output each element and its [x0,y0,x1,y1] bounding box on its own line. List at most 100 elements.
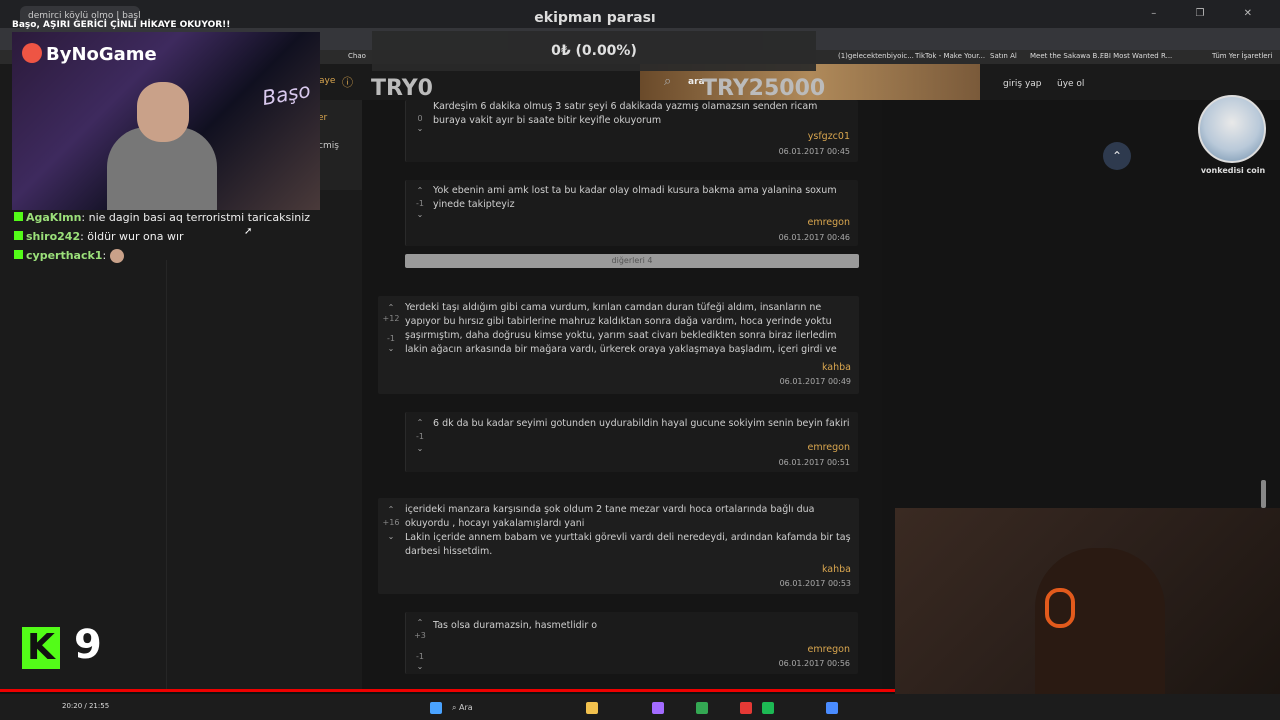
downvote-icon[interactable]: ⌄ [413,124,427,133]
bookmark-item[interactable]: (1)gelecektenbiyoic... [838,52,914,60]
face-shape [137,82,189,142]
downvote-icon[interactable]: ⌄ [413,444,427,453]
bookmark-item[interactable]: TikTok - Make Your... [915,52,985,60]
cursor-icon: ➚ [244,226,253,237]
bynogame-logo: ByNoGame [46,44,157,65]
side-nav-item[interactable]: cmiş [318,141,339,151]
bookmark-item[interactable]: Tüm Yer İşaretleri [1212,52,1272,60]
chat-username: AgaKlmn [26,211,82,224]
upvote-icon[interactable]: ⌃ [413,418,427,427]
bookmark-item[interactable]: FBI Most Wanted R... [1100,52,1172,60]
stock-value: 0₺ (0.00%) [372,31,816,71]
vote-count: -1 [416,199,424,208]
guest-webcam [895,508,1280,720]
windows-start-icon[interactable] [430,702,442,714]
kick-badge-icon [14,231,23,240]
window-controls[interactable]: – ❐ ✕ [1151,8,1270,19]
entry-author[interactable]: emregon [807,217,850,228]
app-icon[interactable] [740,702,752,714]
taskbar [0,694,1280,720]
bookmark-item[interactable]: Chao [348,52,366,60]
chat-username: cyperthack1 [26,249,103,262]
chrome-icon[interactable] [696,702,708,714]
entry-date[interactable]: 06.01.2017 00:45 [779,147,850,156]
downvote-icon[interactable]: ⌄ [384,532,398,541]
upvote-icon[interactable]: ⌃ [384,303,398,312]
entry-text: 6 dk da bu kadar seyimi gotunden uydurab… [433,418,850,429]
kick-badge-icon [14,250,23,259]
person-silhouette [1035,548,1165,708]
entry-date[interactable]: 06.01.2017 00:49 [780,377,851,386]
downvote-icon[interactable]: ⌄ [413,662,427,671]
vote-count: +3 [414,631,426,640]
stock-title: ekipman parası [534,10,656,26]
scroll-top-button[interactable]: ⌃ [1103,142,1131,170]
scrollbar[interactable] [1261,480,1266,508]
downvote-icon[interactable]: ⌄ [413,210,427,219]
app-icon[interactable] [826,702,838,714]
upvote-icon[interactable]: ⌃ [413,618,427,627]
show-more-button[interactable]: diğerleri 4 [405,254,859,268]
entry-main: ⌃ +16 ⌄ içerideki manzara karşısında şok… [378,498,859,594]
entry-author[interactable]: emregon [807,644,850,655]
entry-main: ⌃ +12 -1 ⌄ Yerdeki taşı aldığım gibi cam… [378,296,859,394]
entry-date[interactable]: 06.01.2017 00:51 [779,458,850,467]
video-time: 20:20 / 21:55 [62,702,110,710]
entry-reply: 0 ⌄ Kardeşim 6 dakika olmuş 3 satır şeyi… [405,100,858,162]
entry-text: içerideki manzara karşısında şok oldum 2… [405,504,815,529]
entry-date[interactable]: 06.01.2017 00:53 [780,579,851,588]
entry-author[interactable]: kahba [822,564,851,575]
chat-message: AgaKlmn: nie dagin basi aq terroristmi t… [14,211,314,224]
entry-author[interactable]: kahba [822,362,851,373]
bookmark-item[interactable]: Meet the Sakawa B... [1030,52,1104,60]
login-link[interactable]: giriş yap [1003,79,1042,89]
vote-count: -1 [416,652,424,661]
entry-reply: ⌃ -1 ⌄ Yok ebenin ami amk lost ta bu kad… [405,180,858,246]
vote-count: -1 [416,432,424,441]
taskbar-search-icon[interactable]: ⌕ Ara [452,703,473,713]
kick-badge-icon [14,212,23,221]
entry-author[interactable]: ysfgzc01 [808,131,850,142]
entry-date[interactable]: 06.01.2017 00:56 [779,659,850,668]
vote-count: -1 [387,334,395,343]
upvote-icon[interactable]: ⌃ [413,186,427,195]
stream-title: Başo, AŞIRI GERİCİ ÇİNLİ HİKAYE OKUYOR!! [12,20,231,30]
stock-max: TRY25000 [702,76,826,101]
vote-count: 0 [417,114,423,123]
signup-link[interactable]: üye ol [1057,79,1084,89]
chat-text: öldür wur ona wır [87,230,184,243]
avatar-caption: vonkedisi coin [1200,166,1266,175]
entry-text: Kardeşim 6 dakika olmuş 3 satır şeyi 6 d… [433,101,818,126]
kick-counter: 9 [74,622,102,668]
spotify-icon[interactable] [762,702,774,714]
side-nav-item[interactable]: aye [319,76,335,86]
entry-text: Yok ebenin ami amk lost ta bu kadar olay… [433,185,837,210]
bookmark-item[interactable]: Satın Al [990,52,1017,60]
entry-reply: ⌃ +3 -1 ⌄ Tas olsa duramazsin, hasmetlid… [405,612,858,674]
upvote-icon[interactable]: ⌃ [384,505,398,514]
screen: demirci köylü olmo | başlık su – ❐ ✕ Cha… [0,0,1280,720]
kick-logo: K [22,627,60,669]
chat-message: cyperthack1: [14,249,314,263]
chat-message: shiro242: öldür wur ona wır [14,230,314,243]
divider [166,260,167,690]
downvote-icon[interactable]: ⌄ [384,344,398,353]
info-icon[interactable]: ⓘ [342,74,353,90]
search-icon[interactable]: ⌕ [664,74,671,89]
entry-author[interactable]: emregon [807,442,850,453]
emote-icon [109,249,124,263]
entry-text: Yerdeki taşı aldığım gibi cama vurdum, k… [405,302,837,355]
entry-text: Tas olsa duramazsin, hasmetlidir o [433,620,598,631]
headphone-icon [1045,588,1075,628]
app-icon[interactable] [652,702,664,714]
video-progress[interactable] [0,689,895,692]
neon-sign: Başo [260,77,313,111]
stock-min: TRY0 [371,76,433,101]
chat-username: shiro242 [26,230,81,243]
vote-count: +16 [382,518,400,527]
vote-count: +12 [382,314,400,323]
bynogame-logo-icon [22,43,42,63]
entry-date[interactable]: 06.01.2017 00:46 [779,233,850,242]
folder-icon[interactable] [586,702,598,714]
chat-text: nie dagin basi aq terroristmi taricaksin… [88,211,311,224]
